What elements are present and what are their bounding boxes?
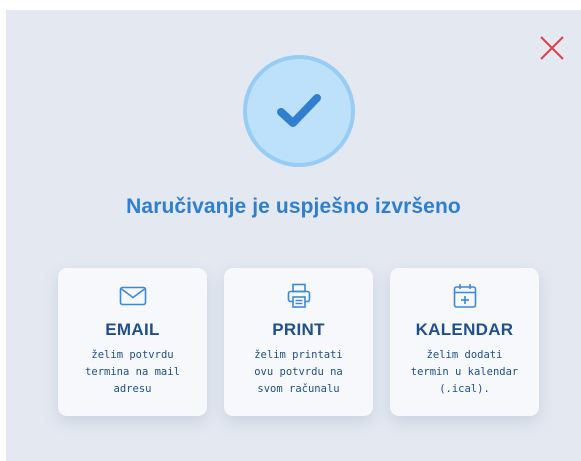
print-option-description: želim printati ovu potvrdu na svom račun… [254, 349, 343, 395]
success-badge [243, 55, 355, 167]
email-option-description: želim potvrdu termina na mail adresu [85, 349, 180, 395]
calendar-option-title: KALENDAR [415, 320, 514, 339]
mail-icon [119, 286, 146, 306]
close-icon [540, 36, 564, 60]
close-button[interactable] [539, 35, 565, 61]
email-option-card[interactable]: EMAIL želim potvrdu termina na mail adre… [58, 268, 207, 416]
dialog-title: Naručivanje je uspješno izvršeno [126, 195, 461, 218]
checkmark-icon [277, 94, 321, 127]
email-option-title: EMAIL [105, 320, 160, 339]
calendar-add-icon [453, 284, 476, 308]
print-option-card[interactable]: PRINT želim printati ovu potvrdu na svom… [224, 268, 373, 416]
calendar-option-card[interactable]: KALENDAR želim dodati termin u kalendar … [390, 268, 539, 416]
printer-icon [287, 283, 310, 308]
success-dialog: Naručivanje je uspješno izvršeno EMAIL ž… [6, 10, 581, 461]
calendar-option-description: želim dodati termin u kalendar (.ical). [410, 349, 519, 395]
confirmation-options: EMAIL želim potvrdu termina na mail adre… [58, 268, 539, 416]
print-option-title: PRINT [272, 320, 325, 339]
